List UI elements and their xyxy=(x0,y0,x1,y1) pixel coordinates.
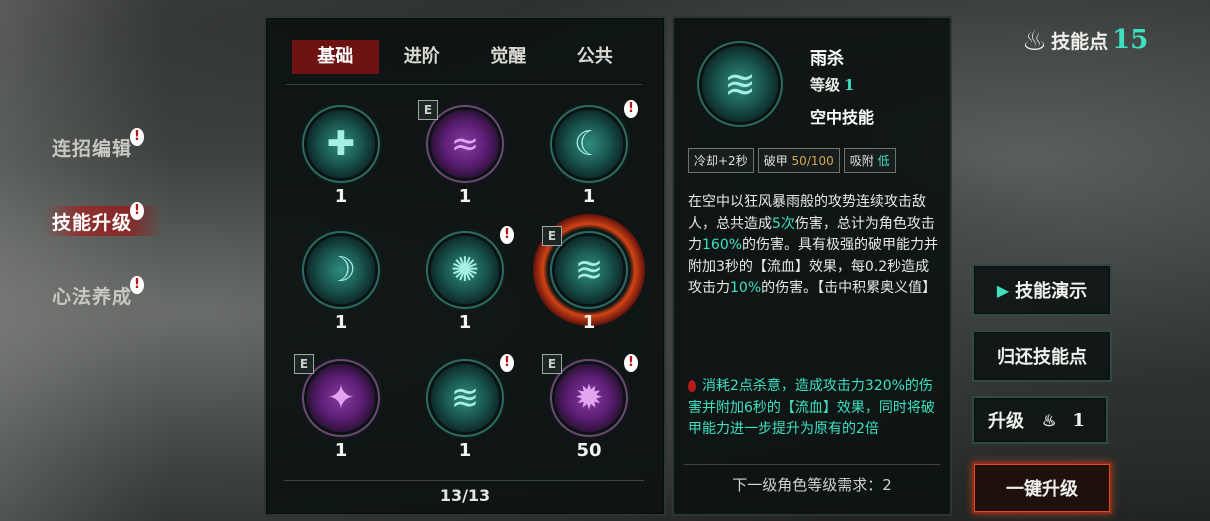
side-item-skill-upgrade[interactable]: 技能升级 ! xyxy=(44,184,182,258)
skill-level: 50 xyxy=(576,440,602,461)
armor-value: 50/100 xyxy=(791,154,834,168)
side-nav: 连招编辑 ! 技能升级 ! 心法养成 ! xyxy=(44,110,182,332)
skill-level: 1 xyxy=(458,186,472,207)
spiral-icon: ✺ xyxy=(431,236,499,304)
skill-count: 13/13 xyxy=(439,486,491,505)
flame-icon: ♨ xyxy=(1022,23,1048,57)
refund-label: 归还技能点 xyxy=(997,347,1087,368)
play-icon: ▶ xyxy=(996,280,1010,300)
divider xyxy=(684,464,940,465)
desc-highlight: 5次 xyxy=(772,215,795,232)
skill-points: ♨ 技能点 15 xyxy=(1022,20,1148,60)
dragon-strike-icon: ≈ xyxy=(431,110,499,178)
armor-break-tag: 破甲 50/100 xyxy=(757,148,840,173)
skill-type: 空中技能 xyxy=(810,108,875,127)
skill-slot-6-selected[interactable]: ≋ E 1 xyxy=(533,214,645,333)
desc-highlight: 160% xyxy=(702,237,743,253)
skill-points-value: 15 xyxy=(1112,25,1149,55)
side-item-label: 连招编辑 xyxy=(52,137,133,160)
alert-icon: ! xyxy=(500,354,514,372)
shadow-burst-icon: ✹ xyxy=(555,364,623,432)
skill-detail-panel: ≋ 雨杀 等级 1 空中技能 冷却+2秒 破甲 50/100 吸附 低 在空中以狂… xyxy=(672,16,952,516)
cooldown-tag: 冷却+2秒 xyxy=(688,148,754,173)
tab-advanced[interactable]: 进阶 xyxy=(379,40,466,74)
cooldown-text: 冷却+2秒 xyxy=(694,154,748,168)
absorb-label: 吸附 xyxy=(849,154,874,168)
upgrade-cost: 1 xyxy=(1072,409,1085,431)
divider xyxy=(284,480,644,481)
sword-cross-icon: ✚ xyxy=(307,110,375,178)
blood-drop-icon xyxy=(688,380,696,392)
level-label: 等级 xyxy=(810,76,841,94)
tornado-icon: ≋ xyxy=(702,46,778,122)
tab-basic[interactable]: 基础 xyxy=(292,40,379,74)
equipped-badge: E xyxy=(542,354,562,374)
skill-slot-7[interactable]: ✦ E 1 xyxy=(294,354,394,461)
side-item-label: 技能升级 xyxy=(52,211,133,234)
skill-slot-5[interactable]: ✺ ! 1 xyxy=(418,226,518,333)
skill-slot-2[interactable]: ≈ E 1 xyxy=(418,100,518,207)
absorb-value: 低 xyxy=(877,154,890,168)
skill-demo-label: 技能演示 xyxy=(1015,281,1088,302)
skill-level: 1 xyxy=(334,312,348,333)
side-item-combo-edit[interactable]: 连招编辑 ! xyxy=(52,110,182,184)
skill-demo-button[interactable]: ▶ 技能演示 xyxy=(972,264,1112,316)
skill-level: 1 xyxy=(458,312,472,333)
desc-highlight: 10% xyxy=(730,280,762,296)
skill-points-label: 技能点 xyxy=(1051,30,1109,53)
desc-text: 的伤害。【击中积累奥义值】 xyxy=(761,280,937,296)
level-value: 1 xyxy=(844,76,855,94)
equipped-badge: E xyxy=(542,226,562,246)
skill-description: 在空中以狂风暴雨般的攻势连续攻击敌人，总共造成5次伤害，总计为角色攻击力160%… xyxy=(688,192,940,300)
skill-slot-8[interactable]: ≋ ! 1 xyxy=(418,354,518,461)
crescent-slash-icon: ☽ xyxy=(307,236,375,304)
skill-slot-3[interactable]: ☾ ! 1 xyxy=(542,100,642,207)
upgrade-button[interactable]: 升级 ♨ 1 xyxy=(972,396,1108,444)
tab-awaken[interactable]: 觉醒 xyxy=(465,40,552,74)
skill-slot-1[interactable]: ✚ 1 xyxy=(294,102,394,207)
next-level-requirement: 下一级角色等级需求：2 xyxy=(732,476,892,494)
skill-level: 1 xyxy=(334,440,348,461)
alert-icon: ! xyxy=(130,202,145,220)
side-item-label: 心法养成 xyxy=(52,285,133,308)
kill-intent-text: 消耗2点杀意，造成攻击力320%的伤害并附加6秒的【流血】效果，同时将破甲能力进… xyxy=(688,378,935,437)
skill-level-line: 等级 1 xyxy=(810,74,854,95)
equipped-badge: E xyxy=(418,100,438,120)
equipped-badge: E xyxy=(294,354,314,374)
skill-tabs: 基础 进阶 觉醒 公共 xyxy=(292,40,638,74)
alert-icon: ! xyxy=(130,276,145,294)
alert-icon: ! xyxy=(130,128,145,146)
skill-level: 1 xyxy=(334,186,348,207)
skill-tags: 冷却+2秒 破甲 50/100 吸附 低 xyxy=(688,148,938,173)
tornado-icon: ≋ xyxy=(533,214,645,326)
skill-name: 雨杀 xyxy=(810,49,844,69)
one-key-label: 一键升级 xyxy=(1006,479,1078,500)
skill-level: 1 xyxy=(582,312,596,333)
armor-label: 破甲 xyxy=(763,154,788,168)
upgrade-label: 升级 xyxy=(988,411,1024,432)
kill-intent-effect: 消耗2点杀意，造成攻击力320%的伤害并附加6秒的【流血】效果，同时将破甲能力进… xyxy=(688,376,942,441)
alert-icon: ! xyxy=(624,100,638,118)
refund-points-button[interactable]: 归还技能点 xyxy=(972,330,1112,382)
skill-level: 1 xyxy=(582,186,596,207)
skill-grid-panel: 基础 进阶 觉醒 公共 ✚ 1 ≈ E 1 ☾ ! 1 ☽ 1 ✺ ! 1 ≋ … xyxy=(264,16,666,516)
skill-slot-4[interactable]: ☽ 1 xyxy=(294,228,394,333)
skill-level: 1 xyxy=(458,440,472,461)
absorb-tag: 吸附 低 xyxy=(843,148,896,173)
one-key-upgrade-button[interactable]: 一键升级 xyxy=(972,462,1112,514)
alert-icon: ! xyxy=(500,226,514,244)
side-item-mind-training[interactable]: 心法养成 ! xyxy=(52,258,182,332)
divider xyxy=(286,84,642,85)
skill-slot-9[interactable]: ✹ E ! 50 xyxy=(542,354,642,461)
wind-slash-icon: ☾ xyxy=(555,110,623,178)
beast-claw-icon: ✦ xyxy=(307,364,375,432)
whirlwind-icon: ≋ xyxy=(431,364,499,432)
tab-common[interactable]: 公共 xyxy=(552,40,639,74)
flame-icon: ♨ xyxy=(1042,410,1057,430)
alert-icon: ! xyxy=(624,354,638,372)
